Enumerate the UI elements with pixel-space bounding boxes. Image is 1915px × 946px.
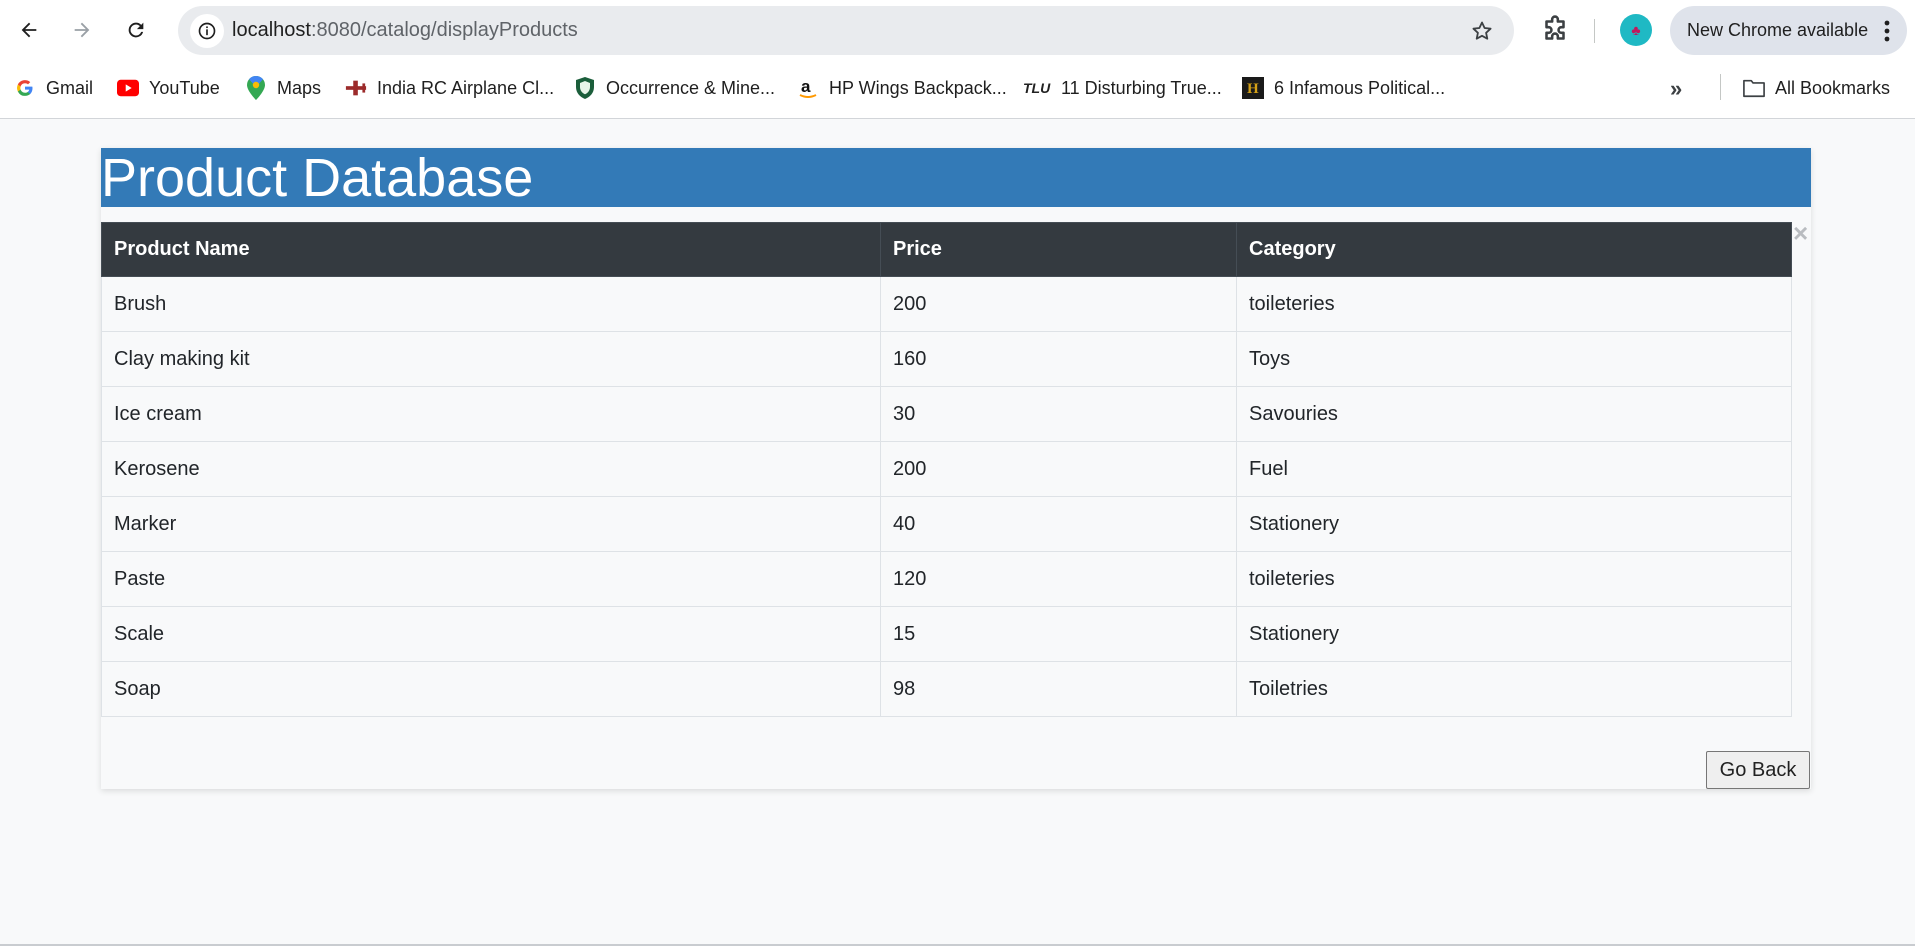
bookmark-label: HP Wings Backpack...: [829, 77, 1007, 98]
column-header-price: Price: [880, 222, 1237, 277]
cell-price: 200: [880, 276, 1237, 332]
cell-product-name: Clay making kit: [101, 331, 881, 387]
bookmarks-divider: [1720, 74, 1721, 100]
bookmark-label: 11 Disturbing True...: [1061, 77, 1222, 98]
table-row: Marker 40 Stationery: [101, 496, 1792, 552]
cell-price: 160: [880, 331, 1237, 387]
reload-button[interactable]: [117, 11, 155, 49]
forward-button[interactable]: [63, 11, 101, 49]
toolbar-divider: [1594, 19, 1595, 43]
cell-product-name: Soap: [101, 661, 881, 717]
bookmark-hp-wings[interactable]: a HP Wings Backpack...: [797, 73, 1007, 103]
cell-product-name: Brush: [101, 276, 881, 332]
site-info-icon[interactable]: [190, 14, 224, 48]
cell-price: 40: [880, 496, 1237, 552]
amazon-icon: a: [797, 77, 819, 99]
bookmark-india-rc[interactable]: India RC Airplane Cl...: [345, 73, 554, 103]
url-host: localhost: [232, 19, 311, 41]
cell-category: Toys: [1236, 331, 1792, 387]
table-header-row: Product Name Price Category: [101, 222, 1792, 277]
cell-product-name: Scale: [101, 606, 881, 662]
table-row: Ice cream 30 Savouries: [101, 386, 1792, 442]
svg-text:TLU: TLU: [1023, 80, 1051, 96]
cell-product-name: Marker: [101, 496, 881, 552]
table-row: Brush 200 toileteries: [101, 276, 1792, 332]
column-header-product-name: Product Name: [101, 222, 881, 277]
close-icon[interactable]: ×: [1793, 220, 1808, 246]
table-row: Scale 15 Stationery: [101, 606, 1792, 662]
cell-category: Fuel: [1236, 441, 1792, 497]
bookmark-gmail[interactable]: Gmail: [14, 73, 93, 103]
bookmark-star-icon[interactable]: [1470, 19, 1494, 43]
maps-icon: [245, 76, 267, 100]
bookmark-occurrence[interactable]: Occurrence & Mine...: [574, 73, 775, 103]
url-path: :8080/catalog/displayProducts: [310, 19, 578, 41]
cell-product-name: Paste: [101, 551, 881, 607]
table-row: Kerosene 200 Fuel: [101, 441, 1792, 497]
table-row: Clay making kit 160 Toys: [101, 331, 1792, 387]
youtube-icon: [117, 77, 139, 99]
cell-category: Savouries: [1236, 386, 1792, 442]
products-table: Product Name Price Category Brush 200 to…: [101, 222, 1792, 717]
all-bookmarks-label: All Bookmarks: [1775, 77, 1891, 98]
arrow-left-icon: [21, 22, 37, 38]
gmail-icon: [14, 77, 36, 99]
back-button[interactable]: [10, 11, 48, 49]
bookmark-label: India RC Airplane Cl...: [377, 77, 555, 98]
bookmark-label: Gmail: [46, 77, 94, 98]
menu-dots-icon: [1884, 20, 1890, 42]
cell-price: 30: [880, 386, 1237, 442]
table-row: Soap 98 Toiletries: [101, 661, 1792, 717]
bookmark-label: Occurrence & Mine...: [606, 77, 776, 98]
bookmark-label: Maps: [277, 77, 322, 98]
shield-icon: [574, 77, 596, 99]
update-chrome-label: New Chrome available: [1687, 20, 1869, 40]
cell-price: 120: [880, 551, 1237, 607]
cell-category: Toiletries: [1236, 661, 1792, 717]
browser-toolbar: localhost:8080/catalog/displayProducts ♣…: [0, 0, 1915, 62]
cell-category: Stationery: [1236, 496, 1792, 552]
cell-category: toileteries: [1236, 551, 1792, 607]
arrow-right-icon: [74, 22, 90, 38]
history-icon: H: [1242, 77, 1264, 99]
cell-product-name: Ice cream: [101, 386, 881, 442]
page-title: Product Database: [101, 148, 534, 208]
more-bookmarks-button[interactable]: »: [1670, 76, 1682, 102]
cell-price: 15: [880, 606, 1237, 662]
bookmarks-bar: Gmail YouTube Maps India RC Airplane Cl.…: [0, 62, 1915, 118]
update-chrome-button[interactable]: New Chrome available: [1670, 6, 1907, 55]
tlu-icon: TLU: [1023, 77, 1051, 99]
bookmark-youtube[interactable]: YouTube: [117, 73, 220, 103]
cell-category: toileteries: [1236, 276, 1792, 332]
reload-icon: [128, 22, 144, 38]
address-bar[interactable]: localhost:8080/catalog/displayProducts: [178, 6, 1514, 55]
product-panel: Product Database × Product Name Price Ca…: [101, 148, 1811, 789]
extensions-icon[interactable]: [1538, 13, 1572, 47]
url-text[interactable]: localhost:8080/catalog/displayProducts: [232, 19, 578, 42]
cell-category: Stationery: [1236, 606, 1792, 662]
folder-icon: [1743, 77, 1765, 99]
svg-text:H: H: [1247, 81, 1259, 97]
bookmark-disturbing[interactable]: TLU 11 Disturbing True...: [1023, 73, 1222, 103]
svg-text:a: a: [801, 77, 811, 96]
title-bar: Product Database: [101, 148, 1811, 208]
profile-avatar[interactable]: ♣: [1620, 14, 1652, 46]
bookmark-maps[interactable]: Maps: [245, 73, 321, 103]
go-back-button[interactable]: Go Back: [1706, 751, 1810, 789]
cell-product-name: Kerosene: [101, 441, 881, 497]
bookmark-label: 6 Infamous Political...: [1274, 77, 1446, 98]
airplane-icon: [345, 77, 367, 99]
table-row: Paste 120 toileteries: [101, 551, 1792, 607]
all-bookmarks-button[interactable]: All Bookmarks: [1743, 73, 1890, 103]
bookmark-infamous[interactable]: H 6 Infamous Political...: [1242, 73, 1445, 103]
cell-price: 200: [880, 441, 1237, 497]
browser-chrome: localhost:8080/catalog/displayProducts ♣…: [0, 0, 1915, 119]
bookmark-label: YouTube: [149, 77, 220, 98]
column-header-category: Category: [1236, 222, 1792, 277]
cell-price: 98: [880, 661, 1237, 717]
